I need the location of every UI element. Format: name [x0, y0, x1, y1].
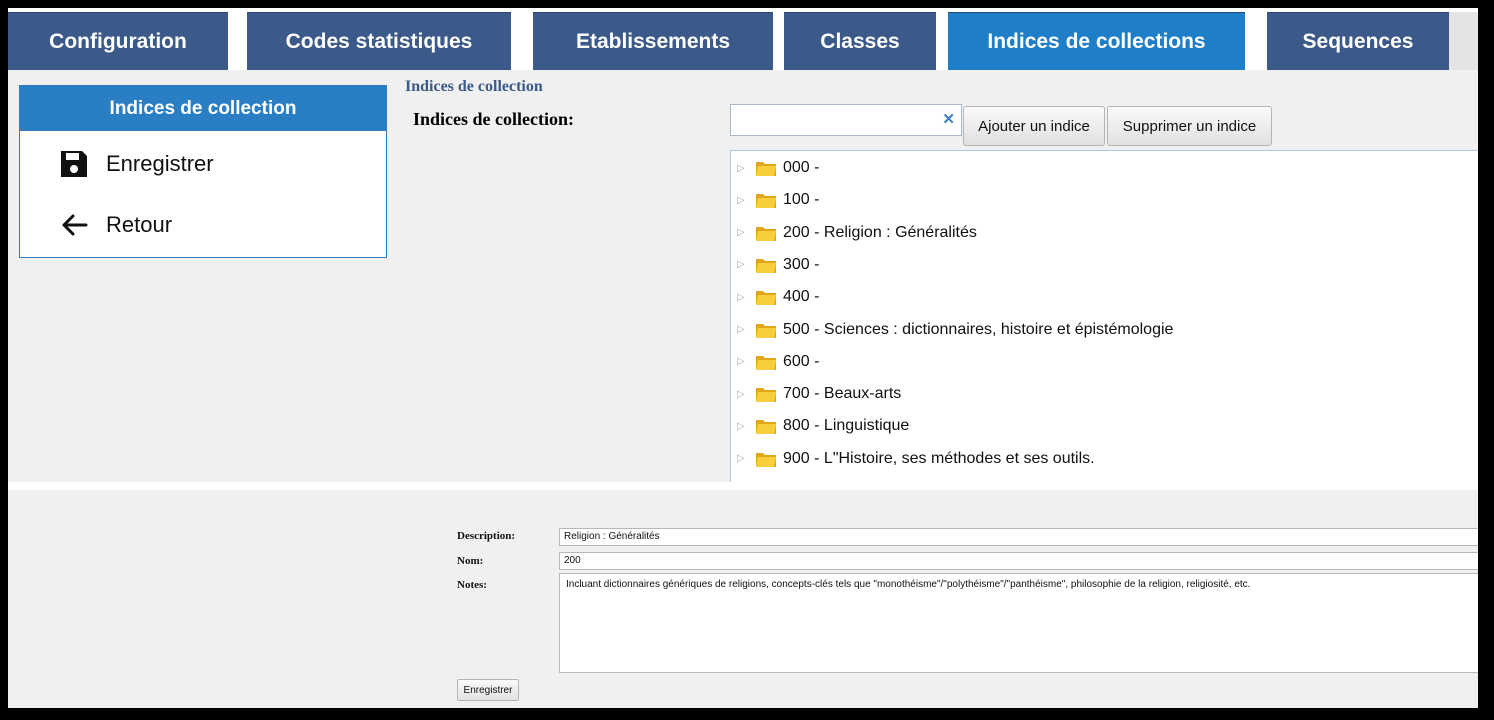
- tree-item[interactable]: ▷ 300 -: [737, 252, 819, 278]
- floppy-disk-icon: [56, 146, 92, 182]
- sidebar: Indices de collection Enregistrer Retour: [19, 85, 387, 258]
- panel-separator: [8, 482, 1478, 490]
- folder-icon: [756, 323, 776, 338]
- indices-field-label: Indices de collection:: [413, 109, 574, 129]
- folder-icon: [756, 420, 776, 435]
- tab-classes[interactable]: Classes: [784, 12, 936, 70]
- tree-item-label: 300 -: [783, 255, 820, 273]
- tab-etablissements[interactable]: Etablissements: [533, 12, 773, 70]
- folder-icon: [756, 194, 776, 209]
- tree-item[interactable]: ▷ 500 - Sciences : dictionnaires, histoir…: [737, 317, 1173, 343]
- expand-arrow-icon[interactable]: ▷: [737, 324, 755, 335]
- save-button[interactable]: Enregistrer: [457, 679, 519, 701]
- folder-icon: [756, 291, 776, 306]
- tab-configuration[interactable]: Configuration: [8, 12, 228, 70]
- tree-item[interactable]: ▷ 100 -: [737, 187, 819, 213]
- sidebar-item-enregistrer[interactable]: Enregistrer: [56, 146, 214, 182]
- folder-icon: [756, 388, 776, 403]
- tree-item-label: 100 -: [783, 191, 820, 209]
- top-panel: Configuration Codes statistiques Etablis…: [8, 8, 1478, 482]
- folder-icon: [756, 162, 776, 176]
- expand-arrow-icon[interactable]: ▷: [737, 195, 755, 206]
- sidebar-item-retour[interactable]: Retour: [56, 207, 172, 243]
- indice-search-box: ✕: [730, 104, 962, 136]
- tab-codes-statistiques[interactable]: Codes statistiques: [247, 12, 511, 70]
- expand-arrow-icon[interactable]: ▷: [737, 163, 755, 174]
- expand-arrow-icon[interactable]: ▷: [737, 292, 755, 303]
- clear-icon[interactable]: ✕: [942, 110, 955, 128]
- name-field[interactable]: 200: [559, 552, 1478, 570]
- tree-item-label: 900 - L"Histoire, ses méthodes et ses ou…: [783, 449, 1095, 467]
- tree-item[interactable]: ▷ 900 - L"Histoire, ses méthodes et ses o…: [737, 446, 1095, 472]
- tree-item[interactable]: ▷ 700 - Beaux-arts: [737, 381, 901, 407]
- sidebar-item-label: Retour: [106, 212, 173, 237]
- folder-icon: [756, 355, 776, 370]
- tree-item[interactable]: ▷ 400 -: [737, 284, 819, 310]
- tree-item[interactable]: ▷ 200 - Religion : Généralités: [737, 220, 977, 246]
- expand-arrow-icon[interactable]: ▷: [737, 356, 755, 367]
- indice-search-input[interactable]: [731, 105, 931, 135]
- remove-indice-button[interactable]: Supprimer un indice: [1107, 106, 1272, 146]
- sidebar-item-label: Enregistrer: [106, 151, 214, 176]
- tab-indices-de-collections[interactable]: Indices de collections: [948, 12, 1245, 70]
- notes-label: Notes:: [457, 579, 487, 591]
- tree-item-label: 700 - Beaux-arts: [783, 385, 902, 403]
- description-field[interactable]: Religion : Généralités: [559, 528, 1478, 546]
- name-label: Nom:: [457, 555, 484, 567]
- expand-arrow-icon[interactable]: ▷: [737, 227, 755, 238]
- tree-item[interactable]: ▷ 600 -: [737, 349, 819, 375]
- folder-icon: [756, 452, 776, 467]
- tree-item[interactable]: ▷ 800 - Linguistique: [737, 413, 909, 439]
- sidebar-title: Indices de collection: [20, 86, 386, 131]
- tree-item[interactable]: ▷ 000 -: [737, 155, 819, 181]
- add-indice-button[interactable]: Ajouter un indice: [963, 106, 1105, 146]
- notes-field[interactable]: Incluant dictionnaires génériques de rel…: [559, 573, 1478, 673]
- tree-item-label: 000 -: [783, 159, 820, 176]
- arrow-left-icon: [56, 207, 92, 243]
- expand-arrow-icon[interactable]: ▷: [737, 453, 755, 464]
- expand-arrow-icon[interactable]: ▷: [737, 259, 755, 270]
- tree-item-label: 600 -: [783, 352, 820, 370]
- tree-item-label: 800 - Linguistique: [783, 417, 910, 435]
- tree-item-label: 400 -: [783, 288, 820, 306]
- folder-icon: [756, 226, 776, 241]
- tab-bar-edge: [1449, 12, 1478, 70]
- tree-item-label: 200 - Religion : Généralités: [783, 223, 977, 241]
- expand-arrow-icon[interactable]: ▷: [737, 421, 755, 432]
- tab-sequences[interactable]: Sequences: [1267, 12, 1449, 70]
- app-window: Configuration Codes statistiques Etablis…: [8, 8, 1478, 708]
- description-label: Description:: [457, 530, 516, 542]
- expand-arrow-icon[interactable]: ▷: [737, 389, 755, 400]
- tree-item-label: 500 - Sciences : dictionnaires, histoire…: [783, 320, 1174, 338]
- folder-icon: [756, 258, 776, 273]
- tab-bar: Configuration Codes statistiques Etablis…: [8, 8, 1478, 70]
- indices-tree: ▷ 000 - ▷ 100 - ▷ 200 - Religion : Généralité…: [730, 150, 1478, 482]
- section-heading: Indices de collection: [405, 78, 543, 95]
